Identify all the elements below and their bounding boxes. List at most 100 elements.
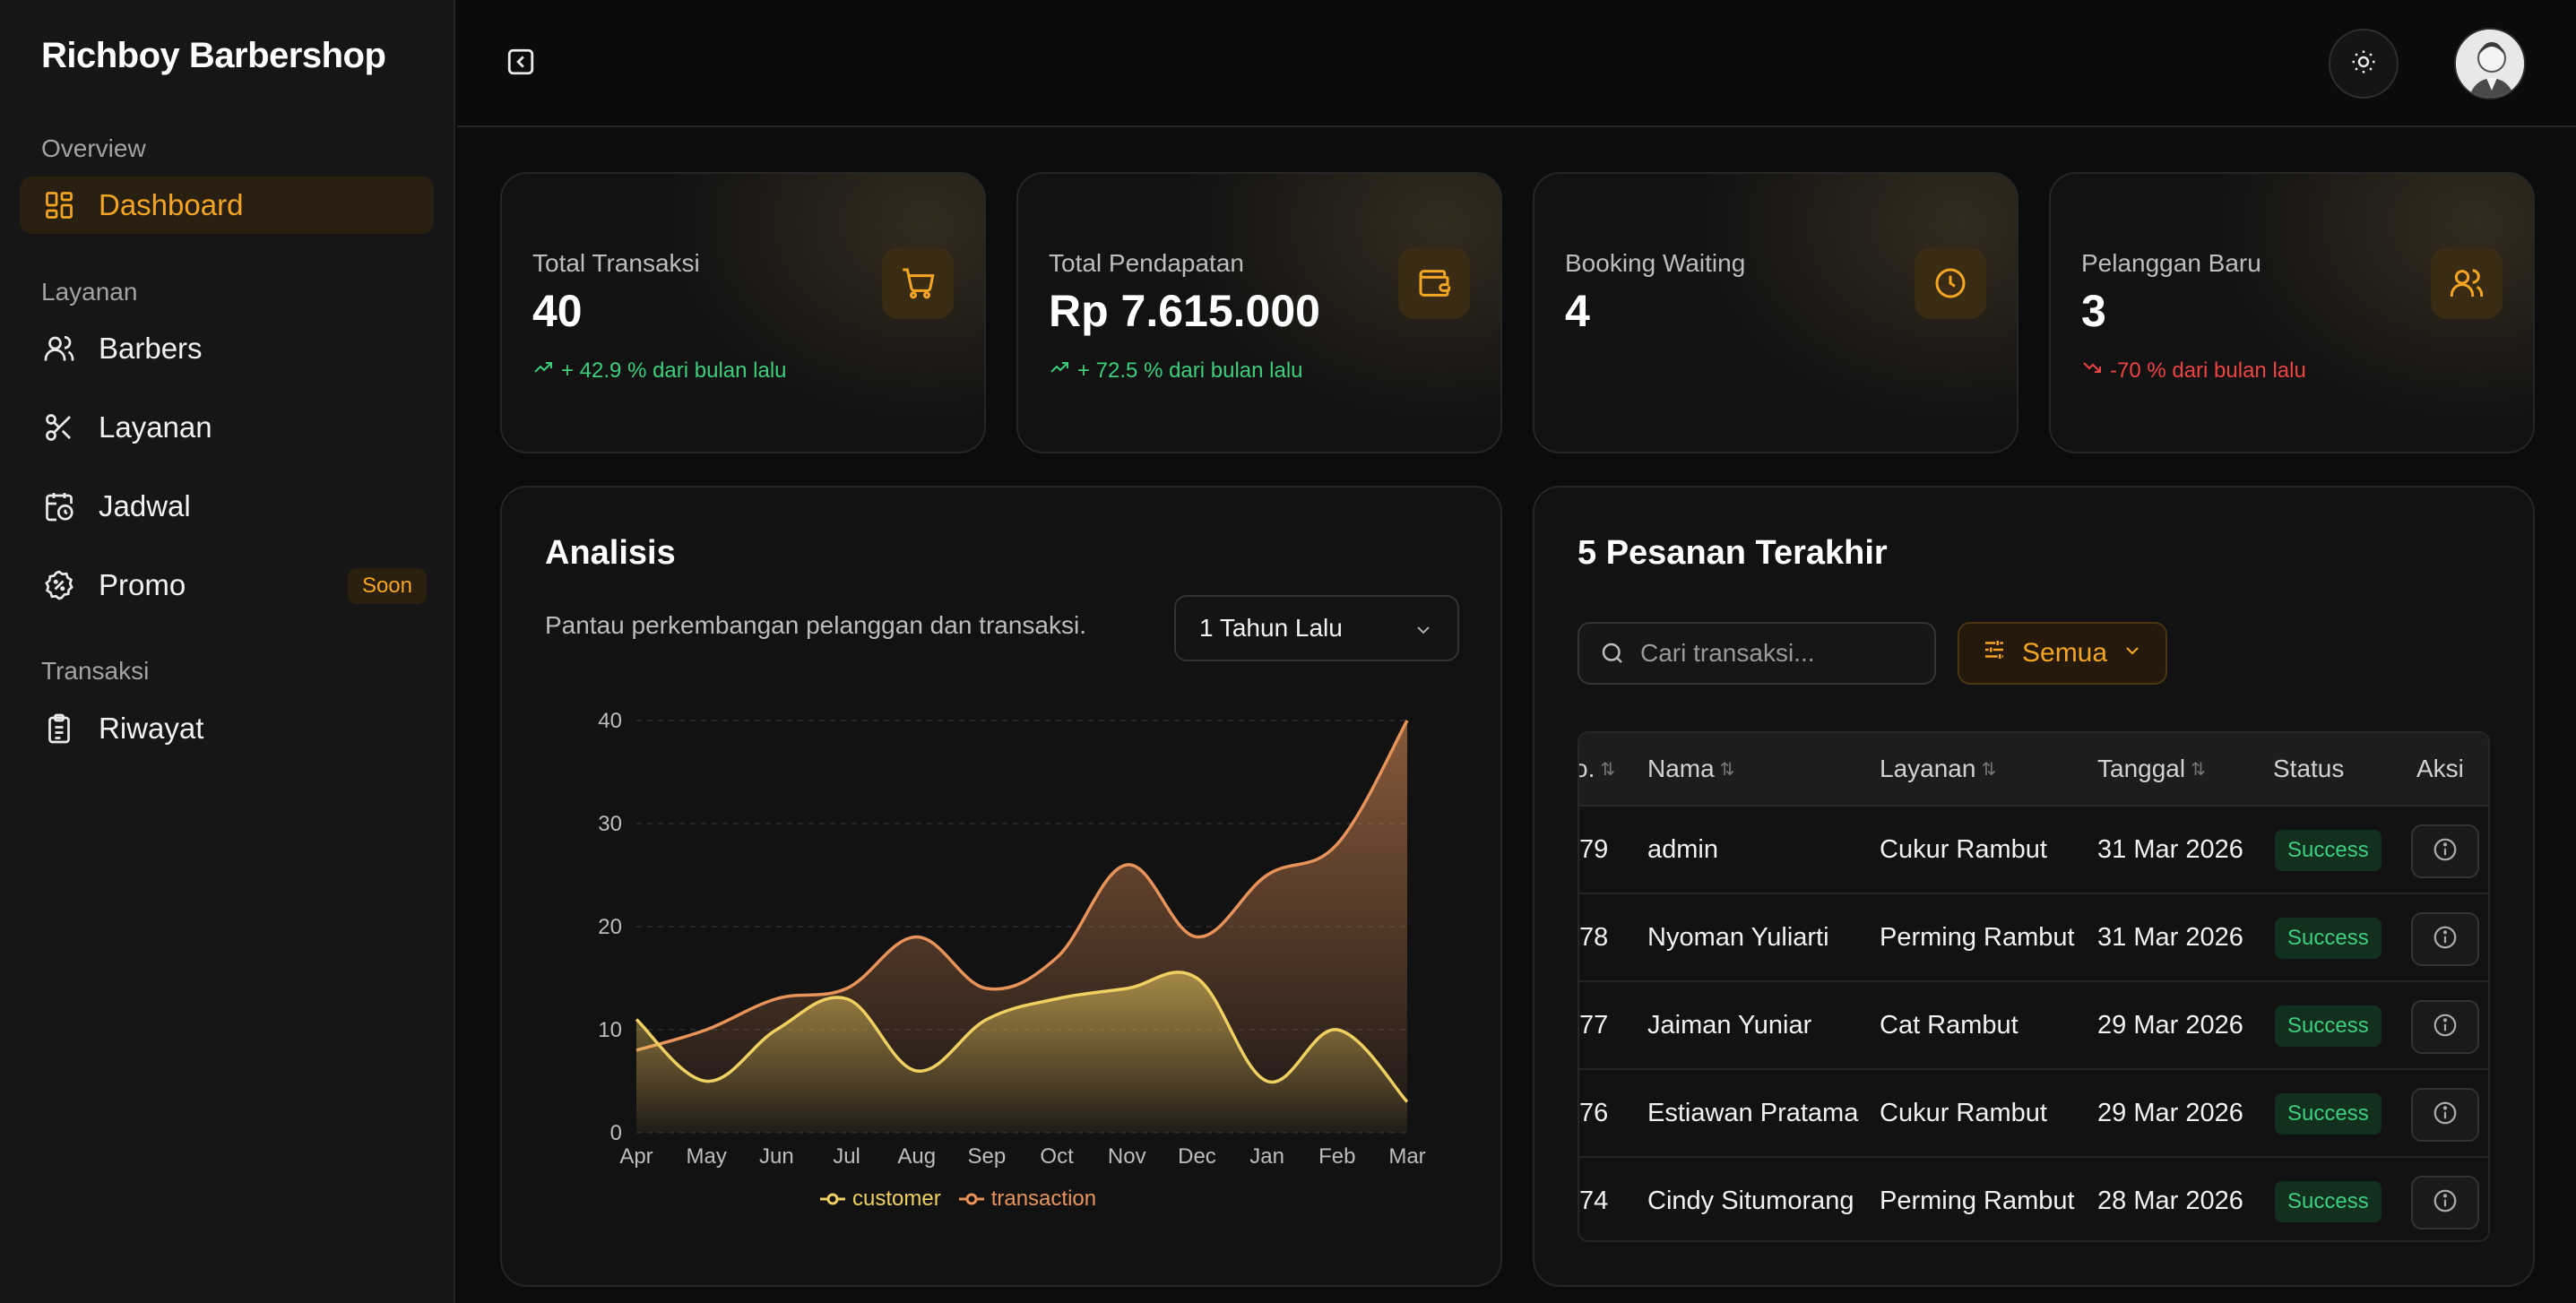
sidebar-item-label: Dashboard [99, 188, 244, 221]
sidebar-item-jadwal[interactable]: Jadwal [20, 478, 434, 535]
analysis-chart: 0 10 20 30 40 Apr May Jun Jul Aug Sep Oct Nov Dec Jan F… [598, 709, 1425, 1169]
stat-value: 4 [1565, 286, 1590, 336]
search-input[interactable]: Cari transaksi... [1578, 622, 1936, 685]
x-tick-label: Oct [1040, 1144, 1074, 1169]
clipboard-icon [41, 711, 77, 746]
table-row: 77 Jaiman Yuniar Cat Rambut 29 Mar 2026 … [1579, 982, 2488, 1070]
stat-title: Total Pendapatan [1049, 249, 1244, 277]
x-tick-label: Jan [1249, 1144, 1284, 1169]
status-badge: Success [2275, 1005, 2382, 1047]
cell-no: 76 [1579, 1099, 1609, 1127]
x-tick-label: Sep [968, 1144, 1007, 1169]
table-row: 76 Estiawan Pratama Cukur Rambut 29 Mar … [1579, 1070, 2488, 1158]
column-header-aksi: Aksi [2416, 755, 2464, 782]
sidebar-item-label: Jadwal [99, 489, 191, 522]
cell-tanggal: 31 Mar 2026 [2097, 923, 2243, 952]
x-tick-label: Aug [897, 1144, 936, 1169]
detail-button[interactable] [2411, 912, 2479, 966]
topbar [457, 0, 2576, 127]
soon-badge: Soon [347, 568, 427, 604]
x-tick-label: Mar [1388, 1144, 1425, 1169]
detail-button[interactable] [2411, 1176, 2479, 1230]
y-tick-label: 40 [598, 709, 622, 733]
info-icon [2432, 1012, 2459, 1043]
legend-item-transaction[interactable]: transaction [958, 1187, 1097, 1212]
column-header-layanan[interactable]: Layanan ⇅ [1880, 755, 1996, 783]
orders-panel: 5 Pesanan Terakhir Cari transaksi... Sem… [1533, 486, 2535, 1287]
cell-layanan: Perming Rambut [1880, 1187, 2075, 1215]
stat-title: Booking Waiting [1565, 249, 1746, 277]
filter-label: Semua [2022, 638, 2108, 668]
stat-card-total-transaksi: Total Transaksi 40 + 42.9 % dari bulan l… [500, 172, 986, 453]
sidebar-item-label: Layanan [99, 410, 212, 444]
stat-title: Pelanggan Baru [2081, 249, 2261, 277]
legend-label: transaction [990, 1187, 1097, 1211]
x-tick-label: Dec [1178, 1144, 1216, 1169]
theme-toggle-button[interactable] [2329, 29, 2399, 99]
y-tick-label: 10 [598, 1018, 622, 1042]
stat-delta-text: -70 % dari bulan lalu [2110, 358, 2306, 383]
stat-delta-text: + 42.9 % dari bulan lalu [561, 358, 787, 383]
avatar[interactable] [2454, 28, 2526, 99]
orders-table: o.⇅ Nama⇅ Layanan⇅ Tanggal⇅ Status Aksi … [1578, 731, 2490, 1242]
status-badge: Success [2275, 1093, 2382, 1135]
sidebar-item-dashboard[interactable]: Dashboard [20, 177, 434, 234]
info-icon [2432, 836, 2459, 867]
detail-button[interactable] [2411, 824, 2479, 878]
cell-nama: Jaiman Yuniar [1647, 1011, 1812, 1040]
info-icon [2432, 1187, 2459, 1219]
cell-layanan: Perming Rambut [1880, 923, 2075, 952]
cell-no: 79 [1579, 835, 1609, 864]
legend-item-customer[interactable]: customer [820, 1187, 941, 1212]
cell-nama: Estiawan Pratama [1647, 1099, 1859, 1127]
column-label: Nama [1647, 755, 1715, 782]
sidebar-item-layanan[interactable]: Layanan [20, 399, 434, 456]
stat-card-pelanggan-baru: Pelanggan Baru 3 -70 % dari bulan lalu [2049, 172, 2535, 453]
cell-no: 77 [1579, 1011, 1609, 1040]
column-header-no[interactable]: o.⇅ [1579, 755, 1615, 783]
legend-marker-customer [820, 1193, 845, 1205]
x-tick-label: Feb [1318, 1144, 1355, 1169]
stat-card-total-pendapatan: Total Pendapatan Rp 7.615.000 + 72.5 % d… [1016, 172, 1502, 453]
x-tick-label: May [687, 1144, 727, 1169]
cell-tanggal: 29 Mar 2026 [2097, 1099, 2243, 1127]
sidebar: Richboy Barbershop Overview Dashboard La… [0, 0, 455, 1303]
stat-value: 3 [2081, 286, 2106, 336]
clock-icon [1915, 247, 1986, 319]
cell-nama: Nyoman Yuliarti [1647, 923, 1829, 952]
x-tick-label: Jun [759, 1144, 794, 1169]
nav-section-transaksi: Transaksi [41, 657, 150, 685]
chevron-down-icon [2122, 638, 2143, 669]
stat-delta: + 42.9 % dari bulan lalu [532, 357, 787, 384]
stat-card-booking-waiting: Booking Waiting 4 [1533, 172, 2018, 453]
dashboard-icon [41, 187, 77, 223]
sort-icon: ⇅ [1981, 759, 1997, 780]
detail-button[interactable] [2411, 1000, 2479, 1054]
y-tick-label: 0 [610, 1121, 622, 1145]
column-header-nama[interactable]: Nama ⇅ [1647, 755, 1734, 783]
sort-icon: ⇅ [2191, 759, 2206, 780]
sidebar-item-riwayat[interactable]: Riwayat [20, 700, 434, 757]
sidebar-item-barbers[interactable]: Barbers [20, 320, 434, 377]
cell-tanggal: 31 Mar 2026 [2097, 835, 2243, 864]
cell-nama: Cindy Situmorang [1647, 1187, 1854, 1215]
status-filter-button[interactable]: Semua [1958, 622, 2167, 685]
sun-icon [2350, 48, 2377, 80]
cell-no: 74 [1579, 1187, 1609, 1215]
column-header-tanggal[interactable]: Tanggal ⇅ [2097, 755, 2206, 783]
cell-tanggal: 28 Mar 2026 [2097, 1187, 2243, 1215]
table-row: 79 admin Cukur Rambut 31 Mar 2026 Succes… [1579, 807, 2488, 894]
stat-title: Total Transaksi [532, 249, 700, 277]
legend-marker-transaction [958, 1193, 984, 1205]
sidebar-collapse-icon[interactable] [504, 45, 538, 79]
stat-value: Rp 7.615.000 [1049, 286, 1320, 336]
scissors-icon [41, 410, 77, 445]
cell-tanggal: 29 Mar 2026 [2097, 1011, 2243, 1040]
column-header-status: Status [2273, 755, 2345, 782]
calendar-clock-icon [41, 488, 77, 524]
table-row: 74 Cindy Situmorang Perming Rambut 28 Ma… [1579, 1158, 2488, 1240]
sidebar-item-promo[interactable]: Promo Soon [20, 557, 434, 614]
orders-title: 5 Pesanan Terakhir [1578, 534, 1888, 572]
x-tick-label: Jul [833, 1144, 860, 1169]
detail-button[interactable] [2411, 1088, 2479, 1142]
